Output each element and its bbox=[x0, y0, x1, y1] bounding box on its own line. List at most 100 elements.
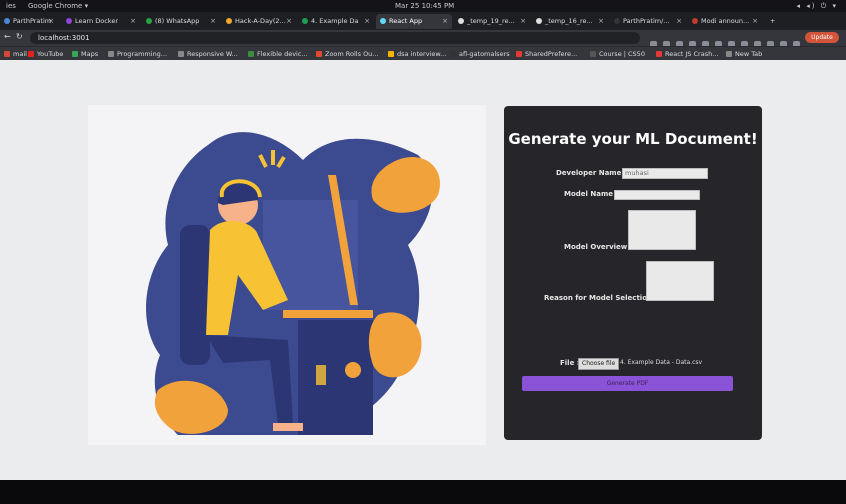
tab-label: (8) WhatsApp bbox=[155, 17, 200, 25]
bookmark-favicon-icon bbox=[248, 51, 254, 57]
bookmark-label: Course | CS50 bbox=[599, 50, 645, 58]
bookmark-favicon-icon bbox=[516, 51, 522, 57]
choose-file-button[interactable]: Choose file bbox=[578, 358, 620, 370]
close-tab-icon[interactable]: × bbox=[442, 14, 448, 29]
bookmark-label: Maps bbox=[81, 50, 99, 58]
web-page: Generate your ML Document! Developer Nam… bbox=[0, 60, 846, 480]
tab-favicon-icon bbox=[302, 18, 308, 24]
reason-textarea[interactable] bbox=[646, 261, 714, 301]
close-tab-icon[interactable]: × bbox=[598, 14, 604, 29]
new-tab-button[interactable]: + bbox=[766, 14, 780, 29]
bookmark-item[interactable]: React JS Crash... bbox=[656, 49, 718, 59]
form-title: Generate your ML Document! bbox=[508, 130, 758, 148]
close-tab-icon[interactable]: × bbox=[752, 14, 758, 29]
bookmark-label: Zoom Rolls Ou... bbox=[325, 50, 379, 58]
tab-favicon-icon bbox=[226, 18, 232, 24]
os-top-bar: ies Google Chrome ▾ Mar 25 10:45 PM ◂ ◂)… bbox=[0, 0, 846, 12]
bookmark-label: Programming... bbox=[117, 50, 168, 58]
browser-tab[interactable]: Modi announ... × bbox=[688, 14, 762, 29]
bookmark-item[interactable]: SharedPrefere... bbox=[516, 49, 577, 59]
address-bar: ← ↻ localhost:3001 Update bbox=[0, 30, 846, 48]
bookmark-item[interactable]: dsa interview... bbox=[388, 49, 446, 59]
reload-icon[interactable]: ↻ bbox=[16, 32, 23, 41]
bookmark-item[interactable]: Zoom Rolls Ou... bbox=[316, 49, 379, 59]
model-overview-textarea[interactable] bbox=[628, 210, 696, 250]
bookmark-item[interactable]: Responsive W... bbox=[178, 49, 238, 59]
tab-favicon-icon bbox=[614, 18, 620, 24]
bookmark-item[interactable]: afl-gatomalsers bbox=[450, 49, 510, 59]
person-feet bbox=[273, 423, 303, 431]
bookmark-favicon-icon bbox=[656, 51, 662, 57]
bookmark-favicon-icon bbox=[178, 51, 184, 57]
browser-tab[interactable]: (8) WhatsApp × bbox=[142, 14, 220, 29]
clock[interactable]: Mar 25 10:45 PM bbox=[395, 2, 454, 10]
close-tab-icon[interactable]: × bbox=[676, 14, 682, 29]
tab-favicon-icon bbox=[692, 18, 698, 24]
browser-tab[interactable]: _temp_16_re... × bbox=[532, 14, 608, 29]
tab-label: Hack-A-Day(2... bbox=[235, 17, 286, 25]
back-icon[interactable]: ← bbox=[4, 32, 11, 41]
reason-label: Reason for Model Selection : bbox=[544, 294, 658, 302]
browser-tab[interactable]: ParthPratim × bbox=[0, 14, 58, 29]
bookmark-item[interactable]: Maps bbox=[72, 49, 98, 59]
tab-label: 4. Example Da bbox=[311, 17, 359, 25]
tab-label: Modi announ... bbox=[701, 17, 750, 25]
bookmark-label: mail bbox=[13, 50, 27, 58]
browser-tab[interactable]: Learn Docker × bbox=[62, 14, 140, 29]
tab-favicon-icon bbox=[458, 18, 464, 24]
url-input[interactable]: localhost:3001 bbox=[30, 32, 640, 44]
generate-pdf-button[interactable]: Generate PDF bbox=[522, 376, 733, 391]
system-tray[interactable]: ◂ ◂) ⏻ ▾ bbox=[797, 2, 838, 11]
bookmark-item[interactable]: Programming... bbox=[108, 49, 167, 59]
browser-tab[interactable]: 4. Example Da × bbox=[298, 14, 374, 29]
browser-tab-strip: ParthPratim × Learn Docker × (8) WhatsApp × Ha… bbox=[0, 12, 846, 30]
tab-favicon-icon bbox=[146, 18, 152, 24]
bookmark-label: Responsive W... bbox=[187, 50, 238, 58]
bookmark-item[interactable]: Course | CS50 bbox=[590, 49, 645, 59]
browser-tab[interactable]: _temp_19_re... × bbox=[454, 14, 530, 29]
bookmark-item[interactable]: YouTube bbox=[28, 49, 63, 59]
browser-tab[interactable]: ParthPratim/... × bbox=[610, 14, 686, 29]
bookmark-favicon-icon bbox=[72, 51, 78, 57]
bookmark-favicon-icon bbox=[388, 51, 394, 57]
close-tab-icon[interactable]: × bbox=[130, 14, 136, 29]
pc-tower bbox=[298, 320, 373, 435]
model-overview-label: Model Overview : bbox=[564, 243, 633, 251]
model-name-label: Model Name : bbox=[564, 190, 619, 198]
bookmark-label: React JS Crash... bbox=[665, 50, 719, 58]
close-tab-icon[interactable]: × bbox=[364, 14, 370, 29]
bookmark-favicon-icon bbox=[4, 51, 10, 57]
bookmark-label: SharedPrefere... bbox=[525, 50, 578, 58]
browser-tab[interactable]: React App × bbox=[376, 14, 452, 29]
bookmark-favicon-icon bbox=[28, 51, 34, 57]
file-name-text: 4. Example Data - Data.csv bbox=[620, 359, 703, 366]
developer-name-input[interactable]: muhasi bbox=[622, 168, 708, 179]
close-tab-icon[interactable]: × bbox=[210, 14, 216, 29]
tab-label: _temp_16_re... bbox=[545, 17, 593, 25]
bookmark-favicon-icon bbox=[726, 51, 732, 57]
tab-label: ParthPratim bbox=[13, 17, 52, 25]
extension-icons bbox=[650, 33, 806, 48]
browser-tab[interactable]: Hack-A-Day(2... × bbox=[222, 14, 296, 29]
developer-name-label: Developer Name : bbox=[556, 169, 627, 177]
chair-back bbox=[180, 225, 210, 365]
close-tab-icon[interactable]: × bbox=[520, 14, 526, 29]
bookmark-label: Flexible devic... bbox=[257, 50, 308, 58]
model-name-input[interactable] bbox=[614, 190, 700, 200]
app-menu[interactable]: Google Chrome ▾ bbox=[28, 2, 88, 10]
bookmark-label: New Tab bbox=[735, 50, 763, 58]
tab-label: _temp_19_re... bbox=[467, 17, 515, 25]
close-tab-icon[interactable]: × bbox=[48, 14, 54, 29]
update-button[interactable]: Update bbox=[805, 32, 839, 43]
bookmark-label: YouTube bbox=[37, 50, 64, 58]
bookmark-item[interactable]: Flexible devic... bbox=[248, 49, 308, 59]
tab-label: React App bbox=[389, 17, 423, 25]
activities-label[interactable]: ies bbox=[6, 2, 16, 10]
bookmark-item[interactable]: mail bbox=[4, 49, 27, 59]
bookmark-favicon-icon bbox=[590, 51, 596, 57]
bookmark-item[interactable]: New Tab bbox=[726, 49, 762, 59]
tab-favicon-icon bbox=[4, 18, 10, 24]
close-tab-icon[interactable]: × bbox=[286, 14, 292, 29]
monitor-bezel bbox=[0, 480, 846, 504]
file-label: File : bbox=[560, 359, 580, 367]
